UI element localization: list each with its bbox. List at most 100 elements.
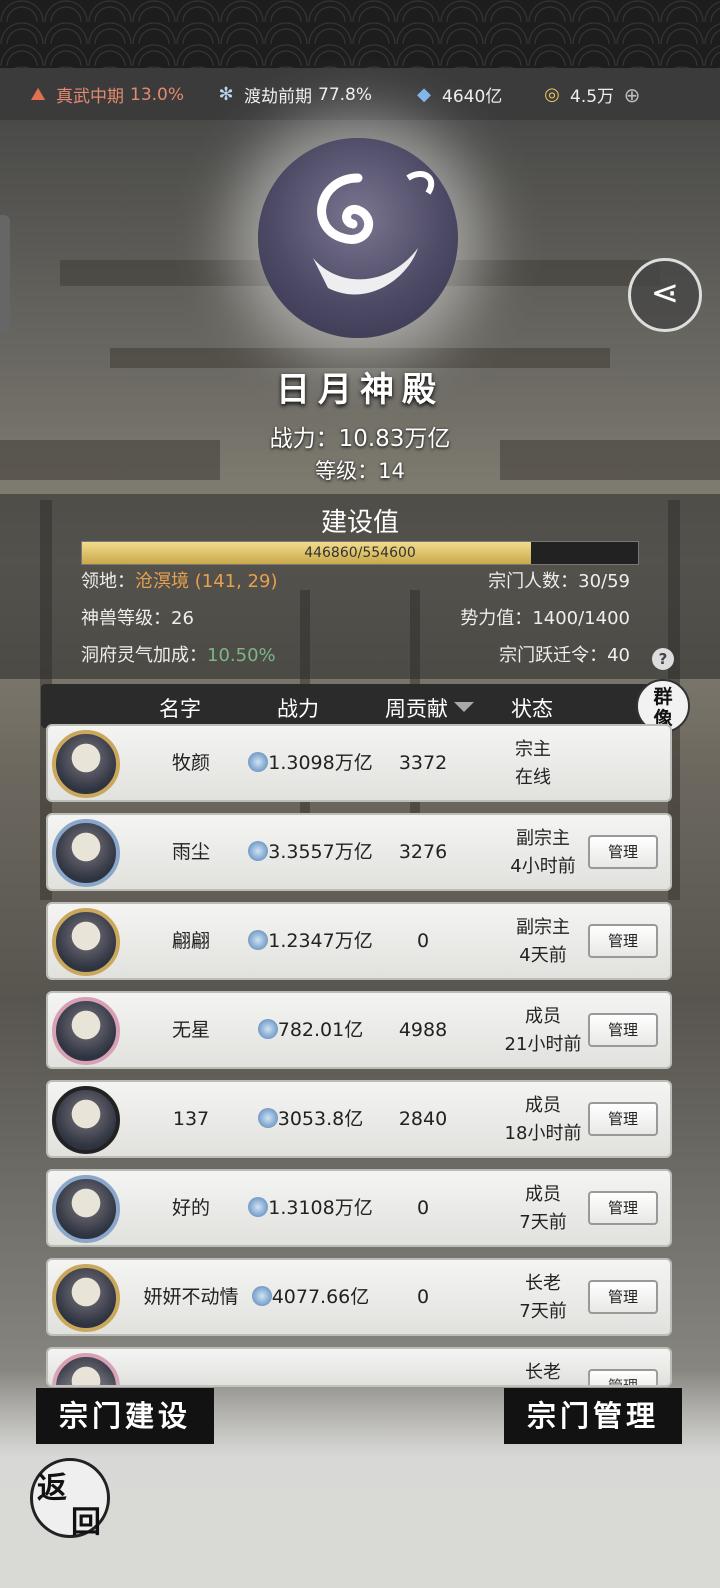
member-role: 宗主 (515, 739, 551, 760)
member-name: 翩翩 (171, 930, 210, 952)
member-name: 雨尘 (171, 841, 210, 863)
member-power: 3053.8亿 (248, 1082, 373, 1156)
header-contrib: 周贡献 (385, 697, 448, 721)
avatar[interactable] (52, 997, 120, 1065)
build-progress-text: 446860/554600 (304, 545, 416, 561)
avatar[interactable] (52, 730, 120, 798)
avatar[interactable] (52, 908, 120, 976)
beast-value: 26 (171, 608, 194, 629)
coin-resource[interactable]: ◎ 4.5万 ⊕ (540, 82, 644, 108)
influence-value: 1400/1400 (532, 608, 630, 629)
member-contrib: 0 (416, 1286, 430, 1308)
realm2-label: 渡劫前期 (244, 87, 312, 107)
member-status: 副宗主 4小时前 (488, 825, 598, 881)
member-role: 副宗主 (516, 917, 570, 938)
help-icon[interactable]: ? (652, 648, 674, 670)
member-power: 1.3098万亿 (248, 726, 373, 800)
member-power-value: 1.2347万亿 (268, 930, 373, 952)
table-row[interactable]: 雨尘 3.3557万亿 3276 副宗主 4小时前 管理 (46, 813, 672, 891)
territory-info[interactable]: 领地：沧溟境 (141, 29) (81, 567, 277, 593)
avatar[interactable] (52, 1264, 120, 1332)
power-coin-icon (248, 752, 269, 772)
header-contrib-sort[interactable]: 周贡献 (385, 693, 474, 723)
member-power-value: 3053.8亿 (277, 1108, 364, 1130)
members-value: 30/59 (578, 571, 630, 592)
member-status: 宗主 在线 (478, 736, 588, 792)
power-coin-icon (257, 1019, 278, 1039)
cave-label: 洞府灵气加成： (81, 645, 207, 666)
manage-button[interactable]: 管理 (588, 1013, 658, 1047)
member-table-header: 名字 战力 周贡献 状态 (41, 684, 673, 728)
table-row[interactable]: 137 3053.8亿 2840 成员 18小时前 管理 (46, 1080, 672, 1158)
table-row[interactable]: 翩翩 1.2347万亿 0 副宗主 4天前 管理 (46, 902, 672, 980)
member-last-online: 7天前 (519, 1212, 567, 1233)
sort-down-icon (454, 702, 474, 712)
back-button[interactable]: 返 回 (30, 1458, 110, 1540)
phoenix-icon (313, 171, 435, 295)
member-last-online: 7天前 (519, 1301, 567, 1322)
avatar[interactable] (52, 1175, 120, 1243)
manage-button[interactable]: 管理 (588, 1280, 658, 1314)
fan-icon: ✻ (218, 83, 234, 105)
sect-emblem (258, 138, 458, 338)
member-power-value: 782.01亿 (277, 1019, 364, 1041)
table-row[interactable]: 牧颜 1.3098万亿 3372 宗主 在线 (46, 724, 672, 802)
header-name: 名字 (159, 697, 201, 721)
sect-level: 等级：14 (315, 459, 405, 483)
avatar[interactable] (52, 819, 120, 887)
coin-icon: ◎ (544, 83, 560, 105)
member-power: 3.3557万亿 (248, 815, 373, 889)
table-row[interactable]: 妍妍不动情 4077.66亿 0 长老 7天前 管理 (46, 1258, 672, 1336)
table-row[interactable]: 好的 1.3108万亿 0 成员 7天前 管理 (46, 1169, 672, 1247)
mountain-icon: ⛰ (30, 83, 46, 105)
realm1-resource[interactable]: ⛰ 真武中期 13.0% (26, 82, 185, 108)
realm1-label: 真武中期 (56, 87, 124, 107)
member-role: 成员 (525, 1095, 561, 1116)
add-icon[interactable]: ⊕ (620, 83, 644, 107)
member-status: 成员 21小时前 (488, 1003, 598, 1059)
side-tab[interactable] (0, 215, 10, 333)
member-power-value: 1.3108万亿 (268, 1197, 373, 1219)
back-char-1: 返 (37, 1471, 67, 1506)
avatar[interactable] (52, 1086, 120, 1154)
realm2-resource[interactable]: ✻ 渡劫前期 77.8% (214, 82, 372, 108)
sect-power: 战力：10.83万亿 (269, 426, 451, 452)
token-info: 宗门跃迁令：40 (499, 641, 630, 667)
cave-value: 10.50% (207, 645, 276, 666)
member-last-online: 4天前 (519, 945, 567, 966)
manage-button[interactable]: 管理 (588, 924, 658, 958)
power-coin-icon (257, 1108, 278, 1128)
sect-build-button[interactable]: 宗门建设 (36, 1388, 214, 1444)
token-label: 宗门跃迁令： (499, 645, 608, 666)
manage-button[interactable]: 管理 (588, 1102, 658, 1136)
member-role: 副宗主 (516, 828, 570, 849)
member-power: 782.01亿 (248, 993, 373, 1067)
realm1-pct: 13.0% (130, 84, 185, 105)
member-name: 妍妍不动情 (143, 1286, 239, 1308)
member-status: 成员 7天前 (488, 1181, 598, 1237)
crystal-icon: ◆ (417, 83, 431, 105)
table-row[interactable]: 无星 782.01亿 4988 成员 21小时前 管理 (46, 991, 672, 1069)
beast-info: 神兽等级：26 (81, 604, 194, 630)
member-contrib: 3276 (398, 841, 448, 863)
manage-button[interactable]: 管理 (588, 1191, 658, 1225)
member-status: 副宗主 4天前 (488, 914, 598, 970)
crystal-resource[interactable]: ◆ 4640亿 (412, 82, 502, 108)
member-contrib: 0 (416, 930, 430, 952)
territory-value: 沧溟境 (141, 29) (135, 571, 278, 592)
member-last-online: 在线 (515, 767, 551, 788)
member-power: 4077.66亿 (248, 1260, 373, 1334)
sect-manage-button[interactable]: 宗门管理 (504, 1388, 682, 1444)
member-last-online: 18小时前 (504, 1123, 582, 1144)
members-info: 宗门人数：30/59 (488, 567, 630, 593)
member-name: 牧颜 (171, 752, 210, 774)
member-role: 成员 (525, 1184, 561, 1205)
cave-info: 洞府灵气加成：10.50% (81, 641, 276, 667)
member-role: 长老 (525, 1273, 561, 1294)
header-status: 状态 (511, 697, 553, 721)
header-power: 战力 (277, 697, 319, 721)
share-button[interactable]: ⋖ (628, 258, 702, 332)
member-name: 137 (172, 1108, 210, 1130)
member-contrib: 0 (416, 1197, 430, 1219)
manage-button[interactable]: 管理 (588, 835, 658, 869)
